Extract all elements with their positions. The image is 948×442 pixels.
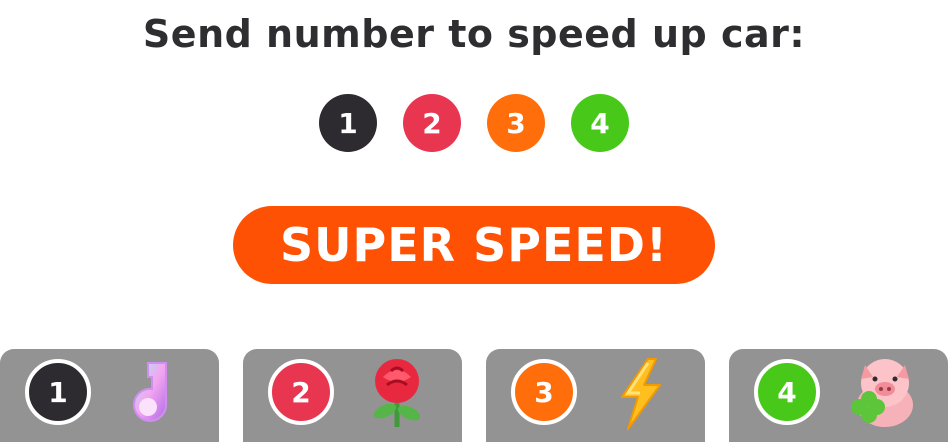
number-2-badge: 2 bbox=[403, 94, 461, 152]
gift-card-1[interactable]: 1 bbox=[0, 349, 219, 442]
gift-card-2[interactable]: 2 bbox=[243, 349, 462, 442]
rose-gift-icon bbox=[373, 359, 421, 427]
number-options: 1 2 3 4 bbox=[0, 94, 948, 152]
gift-number-badge: 4 bbox=[754, 359, 820, 425]
gift-number-badge: 1 bbox=[25, 359, 91, 425]
music-note-gift-icon bbox=[133, 362, 167, 422]
pig-clover-gift-icon bbox=[851, 359, 913, 427]
gift-card-4[interactable]: 4 bbox=[729, 349, 948, 442]
number-1-badge: 1 bbox=[319, 94, 377, 152]
page-title: Send number to speed up car: bbox=[142, 12, 806, 56]
gift-number-badge: 2 bbox=[268, 359, 334, 425]
lightning-gift-icon bbox=[621, 358, 661, 430]
number-3-badge: 3 bbox=[487, 94, 545, 152]
super-speed-banner: SUPER SPEED! bbox=[233, 206, 715, 284]
number-4-badge: 4 bbox=[571, 94, 629, 152]
gift-card-3[interactable]: 3 bbox=[486, 349, 705, 442]
gift-number-badge: 3 bbox=[511, 359, 577, 425]
